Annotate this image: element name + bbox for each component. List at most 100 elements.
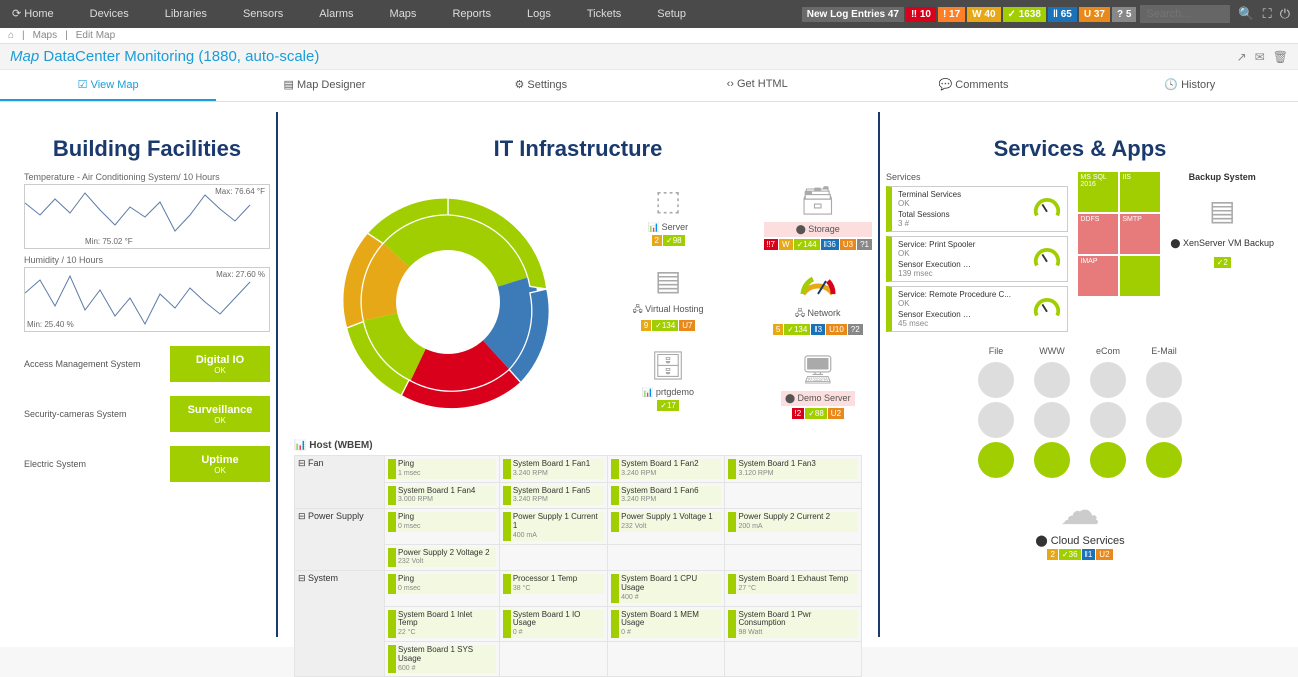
traffic-ecom[interactable]: eCom (1090, 346, 1126, 478)
sensor-cell[interactable]: System Board 1 Fan13.240 RPM (499, 456, 607, 483)
badge-error[interactable]: ! 17 (938, 7, 965, 22)
sensor-cell[interactable]: System Board 1 IO Usage0 # (499, 606, 607, 641)
sensor-cell[interactable]: System Board 1 CPU Usage400 # (608, 571, 725, 606)
home-icon[interactable]: ⌂ (8, 30, 14, 41)
nav-alarms[interactable]: Alarms (301, 0, 371, 28)
open-icon[interactable]: ↗ (1237, 50, 1247, 64)
sensor-cell[interactable]: System Board 1 Exhaust Temp27 °C (725, 571, 862, 606)
sensor-cell[interactable] (608, 641, 725, 676)
power-icon[interactable]: ⏻ (1280, 6, 1290, 22)
humidity-chart[interactable]: Max: 27.60 % Min: 25.40 % (24, 267, 270, 332)
sensor-cell[interactable]: Power Supply 1 Voltage 1232 Volt (608, 509, 725, 544)
sensor-cell[interactable]: Ping1 msec (385, 456, 500, 483)
xen-backup[interactable]: ⬤ XenServer VM Backup (1170, 238, 1274, 249)
breadcrumb-edit[interactable]: Edit Map (76, 30, 115, 41)
nav-home[interactable]: ⟳ Home (8, 0, 72, 28)
badge-ok[interactable]: ✓ 1638 (1003, 7, 1046, 22)
mail-icon[interactable]: ✉ (1255, 50, 1265, 64)
tile-digital-io[interactable]: Digital IOOK (170, 346, 270, 382)
tile-uptime[interactable]: UptimeOK (170, 446, 270, 482)
heading-building: Building Facilities (24, 136, 270, 162)
network-block[interactable]: 🖧 Network5✓134‖3U10?2 (773, 262, 863, 335)
sensor-cell[interactable]: Ping0 msec (385, 571, 500, 606)
sensor-cell[interactable]: Power Supply 1 Current 1400 mA (499, 509, 607, 544)
search-input[interactable] (1140, 5, 1230, 23)
tab-history[interactable]: 🕓 History (1082, 70, 1298, 101)
temperature-chart[interactable]: Max: 76.64 °F Min: 75.02 °F (24, 184, 270, 249)
sensor-cell[interactable] (608, 544, 725, 571)
tab-settings[interactable]: ⚙ Settings (433, 70, 649, 101)
nav-reports[interactable]: Reports (434, 0, 509, 28)
host-row-label[interactable]: ⊟ Power Supply (295, 509, 385, 571)
sensor-cell[interactable]: Processor 1 Temp38 °C (499, 571, 607, 606)
sensor-cell[interactable]: System Board 1 Fan53.240 RPM (499, 482, 607, 509)
sunburst-chart[interactable] (318, 172, 578, 432)
badge-newlog[interactable]: New Log Entries 47 (802, 7, 904, 22)
sensor-cell[interactable]: Ping0 msec (385, 509, 500, 544)
sensor-cell[interactable]: System Board 1 Inlet Temp22 °C (385, 606, 500, 641)
breadcrumb-maps[interactable]: Maps (33, 30, 57, 41)
badge-unusual[interactable]: U 37 (1079, 7, 1110, 22)
nav-links: ⟳ Home Devices Libraries Sensors Alarms … (8, 0, 704, 28)
badge-unknown[interactable]: ? 5 (1112, 7, 1136, 22)
sensor-cell[interactable] (725, 544, 862, 571)
sensor-cell[interactable]: System Board 1 Fan63.240 RPM (608, 482, 725, 509)
sensor-cell[interactable]: System Board 1 SYS Usage600 # (385, 641, 500, 676)
delete-icon[interactable]: 🗑 (1273, 50, 1288, 64)
fullscreen-icon[interactable]: ⛶ (1263, 6, 1272, 22)
sensor-cell[interactable]: Power Supply 2 Current 2200 mA (725, 509, 862, 544)
tile-smtp[interactable]: SMTP (1120, 214, 1160, 254)
tile-ddfs[interactable]: DDFS (1078, 214, 1118, 254)
service-row[interactable]: Service: Print SpoolerOKSensor Execution… (886, 236, 1068, 282)
tab-view-map[interactable]: ☑ View Map (0, 70, 216, 101)
sensor-cell[interactable]: System Board 1 Fan33.120 RPM (725, 456, 862, 483)
vhost-block[interactable]: ▤🖧 Virtual Hosting9✓134U7 (633, 258, 704, 331)
storage-block[interactable]: 🗃⬤ Storage‼7W✓144‖36U3?1 (764, 178, 872, 250)
service-tilemap[interactable]: MS SQL 2016 IIS DDFS SMTP IMAP (1078, 172, 1160, 336)
tile-iis[interactable]: IIS (1120, 172, 1160, 212)
tab-comments[interactable]: 💬 Comments (865, 70, 1081, 101)
traffic-e-mail[interactable]: E-Mail (1146, 346, 1182, 478)
sensor-cell[interactable] (499, 544, 607, 571)
service-row[interactable]: Terminal ServicesOKTotal Sessions3 # (886, 186, 1068, 232)
nav-setup[interactable]: Setup (639, 0, 704, 28)
services-label: Services (886, 172, 1068, 182)
nav-maps[interactable]: Maps (372, 0, 435, 28)
host-row-label[interactable]: ⊟ Fan (295, 456, 385, 509)
traffic-file[interactable]: File (978, 346, 1014, 478)
heading-services: Services & Apps (886, 136, 1274, 162)
rack-icon: ▤ (1199, 192, 1245, 228)
sensor-cell[interactable]: System Board 1 MEM Usage0 # (608, 606, 725, 641)
nav-logs[interactable]: Logs (509, 0, 569, 28)
sensor-cell[interactable]: Power Supply 2 Voltage 2232 Volt (385, 544, 500, 571)
service-row[interactable]: Service: Remote Procedure C...OKSensor E… (886, 286, 1068, 332)
tab-get-html[interactable]: ‹› Get HTML (649, 70, 865, 101)
sensor-cell[interactable] (725, 641, 862, 676)
sensor-cell[interactable] (499, 641, 607, 676)
nav-libraries[interactable]: Libraries (147, 0, 225, 28)
demo-block[interactable]: 🖥⬤ Demo Server!2✓88U2 (781, 347, 855, 419)
sensor-cell[interactable] (725, 482, 862, 509)
prtg-block[interactable]: 🗄📊 prtgdemo✓17 (642, 343, 694, 411)
nav-sensors[interactable]: Sensors (225, 0, 301, 28)
sensor-cell[interactable]: System Board 1 Fan23.240 RPM (608, 456, 725, 483)
sensor-cell[interactable]: System Board 1 Fan43.000 RPM (385, 482, 500, 509)
cloud-services[interactable]: ⬤ Cloud Services (886, 534, 1274, 547)
tile-imap[interactable]: IMAP (1078, 256, 1118, 296)
nav-tickets[interactable]: Tickets (569, 0, 639, 28)
badge-warn[interactable]: W 40 (967, 7, 1000, 22)
server-block[interactable]: ⬚📊 Server2✓98 (645, 178, 691, 246)
traffic-www[interactable]: WWW (1034, 346, 1070, 478)
sensor-cell[interactable]: System Board 1 Pwr Consumption98 Watt (725, 606, 862, 641)
nav-devices[interactable]: Devices (72, 0, 147, 28)
search-icon[interactable]: 🔍 (1238, 6, 1254, 22)
tile-mssql[interactable]: MS SQL 2016 (1078, 172, 1118, 212)
badge-paused[interactable]: ‖ 65 (1048, 7, 1077, 22)
tile-blank[interactable] (1120, 256, 1160, 296)
chart2-max: Max: 27.60 % (216, 270, 265, 279)
tab-map-designer[interactable]: ▤ Map Designer (216, 70, 432, 101)
row-electric: Electric System UptimeOK (24, 446, 270, 482)
tile-surveillance[interactable]: SurveillanceOK (170, 396, 270, 432)
badge-critical[interactable]: ‼ 10 (906, 7, 936, 22)
host-row-label[interactable]: ⊟ System (295, 571, 385, 677)
